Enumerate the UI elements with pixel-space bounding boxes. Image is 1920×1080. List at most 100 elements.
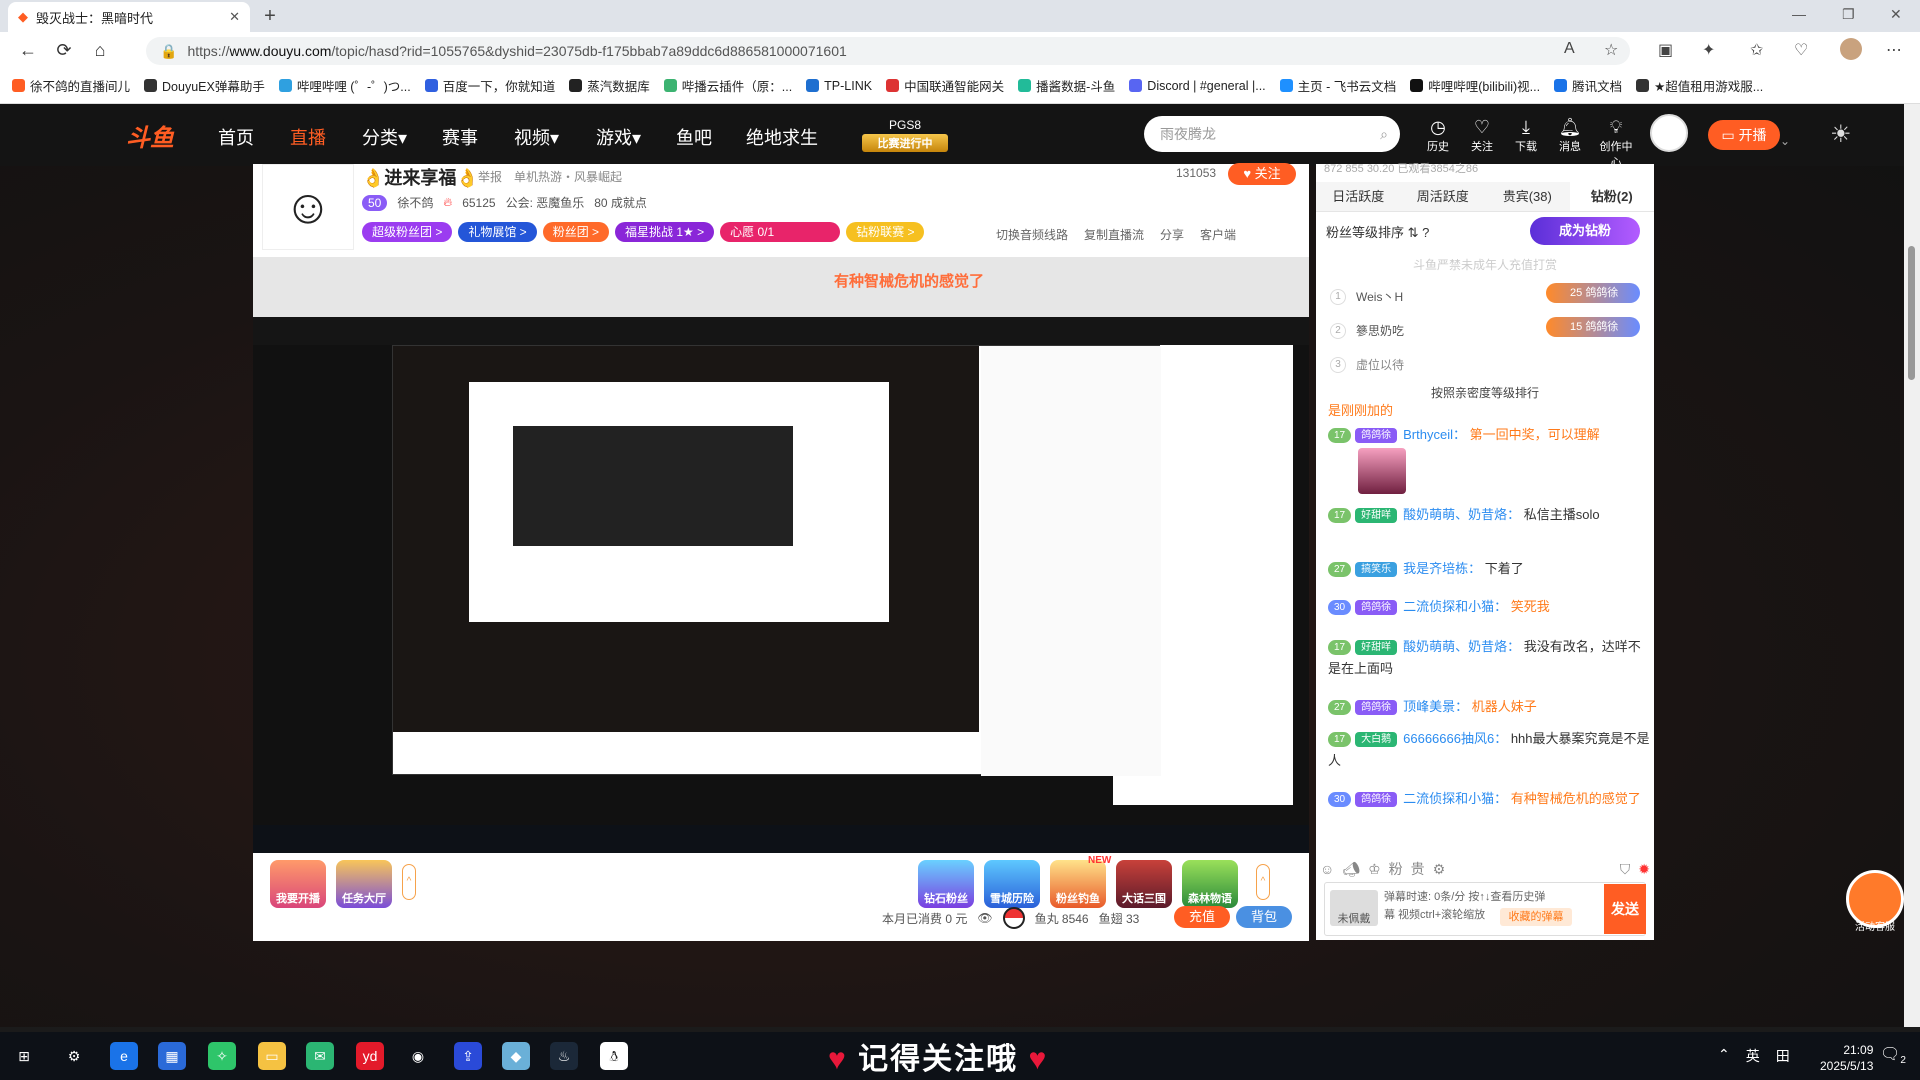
chat-settings-icon[interactable]: ⚙	[1433, 861, 1446, 878]
profile-avatar[interactable]	[1840, 38, 1862, 60]
fan-level-sort[interactable]: 粉丝等级排序 ⇅ ?	[1326, 222, 1429, 241]
diamond-league[interactable]: 钻粉联赛 >	[846, 222, 925, 242]
settings-gear-icon[interactable]: ⚙	[60, 1042, 88, 1070]
bookmark-item[interactable]: 哔哩哔哩(bilibili)视...	[1410, 76, 1540, 95]
steam-icon[interactable]: ♨	[550, 1042, 578, 1070]
file-explorer-icon[interactable]: ▭	[258, 1042, 286, 1070]
switch-audio-line[interactable]: 切换音频线路	[996, 226, 1068, 243]
chat-message[interactable]: 17 好甜咩 酸奶萌萌、奶昔烙： 我没有改名，达咩不是在上面吗	[1328, 636, 1652, 680]
creator-center-button[interactable]: 💡︎ 创作中心	[1596, 116, 1636, 170]
tab-weekly-active[interactable]: 周活跃度	[1401, 182, 1486, 211]
rank-row[interactable]: 1 Weis丶H	[1330, 288, 1403, 305]
gift-diamond-fan[interactable]: 钻石粉丝	[918, 860, 974, 908]
chat-message[interactable]: 30 鸽鸽徐 二流侦探和小猫： 笑死我	[1328, 596, 1652, 618]
browser-tab[interactable]: ◆ 毁灭战士：黑暗时代 ✕	[8, 2, 250, 32]
rank-row[interactable]: 3 虚位以待	[1330, 356, 1404, 373]
chat-message[interactable]: 17 鸽鸽徐 Brthyceil： 第一回中奖，可以理解	[1328, 424, 1652, 446]
input-language[interactable]: 英	[1746, 1046, 1760, 1066]
edge-icon[interactable]: e	[110, 1042, 138, 1070]
obs-icon[interactable]: ◉	[404, 1042, 432, 1070]
room-category[interactable]: 单机热游・风暴崛起	[514, 168, 622, 185]
tab-diamond-fans[interactable]: 钻粉(2)	[1569, 182, 1654, 211]
heartbeat-icon[interactable]: ♡	[1794, 40, 1808, 60]
minimize-icon[interactable]: —	[1792, 6, 1806, 22]
wechat-icon[interactable]: ✉	[306, 1042, 334, 1070]
guild-name[interactable]: 公会: 恶魔鱼乐	[506, 194, 585, 211]
chat-message[interactable]: 17 好甜咩 酸奶萌萌、奶昔烙： 私信主播solo	[1328, 504, 1652, 526]
megaphone-icon[interactable]: 📣︎	[1342, 861, 1360, 878]
anchor-avatar[interactable]: ☺	[262, 164, 354, 250]
youdao-icon[interactable]: yd	[356, 1042, 384, 1070]
qq-icon[interactable]: 🐧︎	[600, 1042, 628, 1070]
home-icon[interactable]: ⌂	[82, 40, 118, 61]
recharge-button[interactable]: 充值	[1174, 906, 1230, 928]
close-window-icon[interactable]: ✕	[1890, 6, 1902, 23]
eye-icon[interactable]: 👁︎	[977, 911, 992, 925]
lucky-challenge[interactable]: 福星挑战 1★ >	[615, 222, 715, 242]
report-link[interactable]: 举报	[478, 168, 502, 185]
bookmark-item[interactable]: 蒸汽数据库	[569, 76, 650, 95]
bookmark-item[interactable]: 播酱数据-斗鱼	[1018, 76, 1115, 95]
bookmark-item[interactable]: DouyuEX弹幕助手	[144, 76, 265, 95]
bookmark-item[interactable]: 主页 - 飞书云文档	[1279, 76, 1396, 95]
upload-app-icon[interactable]: ⇪	[454, 1042, 482, 1070]
nav-fishbar[interactable]: 鱼吧	[676, 124, 712, 150]
extension-icon[interactable]: ▣	[1658, 40, 1673, 60]
task-hall-shortcut[interactable]: 任务大厅	[336, 860, 392, 908]
more-icon[interactable]: ⋯	[1886, 40, 1902, 60]
bookmark-item[interactable]: ★超值租用游戏服...	[1636, 76, 1763, 95]
new-tab-button[interactable]: +	[258, 6, 282, 28]
close-tab-icon[interactable]: ✕	[229, 9, 240, 25]
nav-pubg[interactable]: 绝地求生	[746, 124, 818, 150]
wish-progress[interactable]: 心愿 0/1	[720, 222, 841, 242]
gift-forest-story[interactable]: 森林物语	[1182, 860, 1238, 908]
gift-three-kingdoms[interactable]: 大话三国	[1116, 860, 1172, 908]
start-stream-shortcut[interactable]: 我要开播	[270, 860, 326, 908]
bookmark-item[interactable]: 徐不鸽的直播间儿	[12, 76, 130, 95]
bookmark-item[interactable]: Discord | #general |...	[1129, 79, 1266, 93]
noble-icon[interactable]: 贵	[1411, 859, 1425, 879]
ime-icon[interactable]: 田	[1776, 1046, 1790, 1066]
chevron-up-icon[interactable]: ⌃	[1718, 1046, 1730, 1066]
maximize-icon[interactable]: ❐	[1842, 6, 1855, 23]
send-button[interactable]: 发送	[1604, 884, 1646, 934]
read-aloud-icon[interactable]: A	[1564, 40, 1575, 58]
tab-vip[interactable]: 贵宾(38)	[1485, 182, 1570, 211]
nav-home[interactable]: 首页	[218, 124, 254, 150]
bookmark-item[interactable]: 哔哩哔哩 (゜-゜)つ...	[278, 76, 411, 95]
scrollbar-thumb[interactable]	[1908, 246, 1915, 380]
rank-row[interactable]: 2 篸思奶吃	[1330, 322, 1404, 339]
fan-club[interactable]: 粉丝团 >	[542, 222, 610, 242]
bookmark-item[interactable]: TP-LINK	[806, 79, 872, 93]
nav-events[interactable]: 赛事	[442, 124, 478, 150]
user-avatar[interactable]	[1650, 114, 1688, 152]
download-button[interactable]: ⤓ 下载	[1506, 116, 1546, 154]
nav-video[interactable]: 视频▾	[514, 124, 559, 150]
copy-stream[interactable]: 复制直播流	[1084, 226, 1144, 243]
douyu-logo[interactable]: 斗鱼	[126, 118, 200, 152]
windows-start-icon[interactable]: ⊞	[10, 1042, 38, 1070]
message-button[interactable]: 🔔︎ 消息	[1550, 116, 1590, 154]
start-live-button[interactable]: ▭ 开播	[1708, 120, 1780, 150]
search-icon[interactable]: ⌕	[1380, 116, 1388, 152]
follow-button[interactable]: ♥ 关注	[1228, 163, 1296, 185]
system-clock[interactable]: 21:09 2025/5/13	[1820, 1042, 1873, 1074]
bookmark-item[interactable]: 腾讯文档	[1554, 76, 1622, 95]
unworn-badge[interactable]: 未佩戴	[1330, 890, 1378, 926]
pgs8-event[interactable]: PGS8 比赛进行中	[862, 118, 948, 154]
gift-fan-fishing[interactable]: 粉丝钓鱼	[1050, 860, 1106, 908]
share-button[interactable]: 分享	[1160, 226, 1184, 243]
emoji-icon[interactable]: ☺	[1320, 861, 1334, 877]
notes-app-icon[interactable]: ◆	[502, 1042, 530, 1070]
theme-sun-icon[interactable]: ☀	[1830, 120, 1852, 149]
bookmark-item[interactable]: 百度一下，你就知道	[424, 76, 555, 95]
filter-icon[interactable]: ⛉	[1620, 861, 1631, 878]
tencent-app-icon[interactable]: ✧	[208, 1042, 236, 1070]
nav-games[interactable]: 游戏▾	[596, 124, 641, 150]
crown-icon[interactable]: ♔	[1368, 861, 1381, 878]
super-fan-club[interactable]: 超级粉丝团 >	[362, 222, 453, 242]
favorite-star-icon[interactable]: ☆	[1604, 40, 1618, 60]
tab-daily-active[interactable]: 日活跃度	[1316, 182, 1401, 211]
bag-button[interactable]: 背包	[1236, 906, 1292, 928]
search-input[interactable]: 雨夜腾龙 ⌕	[1144, 116, 1400, 152]
